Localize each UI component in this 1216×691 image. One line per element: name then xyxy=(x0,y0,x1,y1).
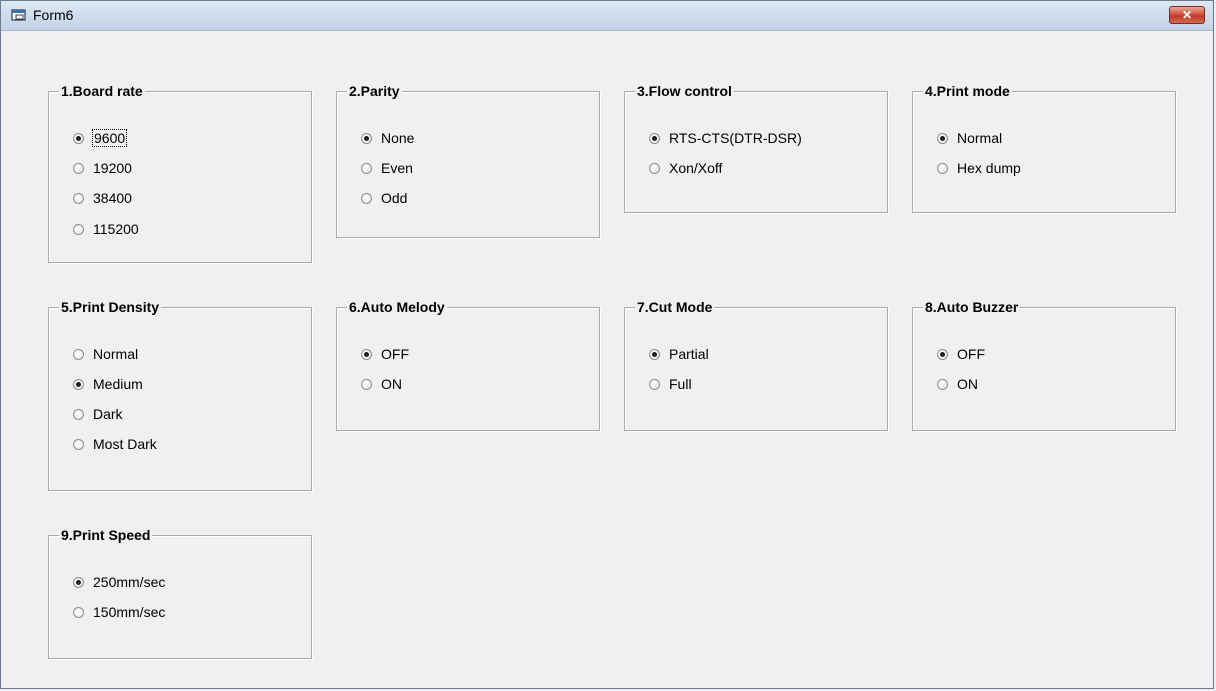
radio-unchecked-icon[interactable] xyxy=(649,162,660,174)
option-label: ON xyxy=(381,376,402,392)
radio-unchecked-icon[interactable] xyxy=(937,162,948,174)
option-label: Partial xyxy=(669,346,709,362)
option-label: OFF xyxy=(381,346,409,362)
radio-checked-icon[interactable] xyxy=(73,576,84,588)
option-label: 250mm/sec xyxy=(93,574,166,590)
radio-150mm[interactable]: 150mm/sec xyxy=(73,603,165,621)
option-label: Odd xyxy=(381,190,408,206)
radio-unchecked-icon[interactable] xyxy=(73,192,84,204)
radio-checked-icon[interactable] xyxy=(361,348,372,360)
group-title: 6.Auto Melody xyxy=(347,299,447,315)
group-title: 8.Auto Buzzer xyxy=(923,299,1021,315)
group-title: 5.Print Density xyxy=(59,299,162,315)
group-flow-control: 3.Flow control RTS-CTS(DTR-DSR) Xon/Xoff xyxy=(624,83,888,213)
title-bar[interactable]: Form6 ✕ xyxy=(1,1,1213,31)
group-print-mode: 4.Print mode Normal Hex dump xyxy=(912,83,1176,213)
radio-melody-on[interactable]: ON xyxy=(361,375,402,393)
option-label: 9600 xyxy=(91,129,128,147)
radio-melody-off[interactable]: OFF xyxy=(361,345,409,363)
radio-checked-icon[interactable] xyxy=(361,132,372,144)
radio-checked-icon[interactable] xyxy=(937,132,948,144)
radio-250mm[interactable]: 250mm/sec xyxy=(73,573,165,591)
radio-odd[interactable]: Odd xyxy=(361,189,407,207)
radio-even[interactable]: Even xyxy=(361,159,413,177)
option-label: None xyxy=(381,130,415,146)
window-title: Form6 xyxy=(33,7,74,23)
radio-hex-dump[interactable]: Hex dump xyxy=(937,159,1021,177)
radio-unchecked-icon[interactable] xyxy=(73,223,84,235)
close-button[interactable]: ✕ xyxy=(1169,6,1205,24)
radio-9600[interactable]: 9600 xyxy=(73,129,128,147)
radio-checked-icon[interactable] xyxy=(649,132,660,144)
option-label: RTS-CTS(DTR-DSR) xyxy=(669,130,802,146)
radio-buzzer-off[interactable]: OFF xyxy=(937,345,985,363)
radio-unchecked-icon[interactable] xyxy=(361,192,372,204)
radio-medium[interactable]: Medium xyxy=(73,375,143,393)
radio-unchecked-icon[interactable] xyxy=(73,438,84,450)
option-label: 115200 xyxy=(93,221,139,237)
radio-unchecked-icon[interactable] xyxy=(73,162,84,174)
option-label: Xon/Xoff xyxy=(669,160,723,176)
option-label: Full xyxy=(669,376,692,392)
radio-none[interactable]: None xyxy=(361,129,414,147)
radio-unchecked-icon[interactable] xyxy=(73,408,84,420)
close-icon: ✕ xyxy=(1181,8,1193,22)
group-parity: 2.Parity None Even Odd xyxy=(336,83,600,238)
radio-rts-cts[interactable]: RTS-CTS(DTR-DSR) xyxy=(649,129,802,147)
group-auto-buzzer: 8.Auto Buzzer OFF ON xyxy=(912,299,1176,431)
option-label: Even xyxy=(381,160,413,176)
radio-115200[interactable]: 115200 xyxy=(73,220,139,238)
radio-normal[interactable]: Normal xyxy=(937,129,1002,147)
radio-full[interactable]: Full xyxy=(649,375,692,393)
group-title: 1.Board rate xyxy=(59,83,145,99)
option-label: Medium xyxy=(93,376,143,392)
option-label: OFF xyxy=(957,346,985,362)
radio-unchecked-icon[interactable] xyxy=(73,606,84,618)
radio-partial[interactable]: Partial xyxy=(649,345,709,363)
radio-most-dark[interactable]: Most Dark xyxy=(73,435,157,453)
radio-dark[interactable]: Dark xyxy=(73,405,123,423)
option-label: Normal xyxy=(93,346,139,362)
group-title: 9.Print Speed xyxy=(59,527,153,543)
radio-19200[interactable]: 19200 xyxy=(73,159,132,177)
radio-unchecked-icon[interactable] xyxy=(361,162,372,174)
radio-unchecked-icon[interactable] xyxy=(361,378,372,390)
group-auto-melody: 6.Auto Melody OFF ON xyxy=(336,299,600,431)
form-icon xyxy=(11,9,26,21)
group-cut-mode: 7.Cut Mode Partial Full xyxy=(624,299,888,431)
option-label: Dark xyxy=(93,406,123,422)
group-title: 3.Flow control xyxy=(635,83,734,99)
radio-unchecked-icon[interactable] xyxy=(649,378,660,390)
group-print-speed: 9.Print Speed 250mm/sec 150mm/sec xyxy=(48,527,312,659)
radio-buzzer-on[interactable]: ON xyxy=(937,375,978,393)
group-title: 7.Cut Mode xyxy=(635,299,715,315)
option-label: Normal xyxy=(957,130,1003,146)
radio-checked-icon[interactable] xyxy=(649,348,660,360)
option-label: 150mm/sec xyxy=(93,604,166,620)
group-title: 2.Parity xyxy=(347,83,402,99)
option-label: ON xyxy=(957,376,978,392)
radio-unchecked-icon[interactable] xyxy=(73,348,84,360)
option-label: 19200 xyxy=(93,160,132,176)
option-label: Hex dump xyxy=(957,160,1021,176)
client-area: 1.Board rate 9600 19200 38400 115200 2.P… xyxy=(9,31,1205,680)
radio-unchecked-icon[interactable] xyxy=(937,378,948,390)
radio-checked-icon[interactable] xyxy=(937,348,948,360)
radio-xon-xoff[interactable]: Xon/Xoff xyxy=(649,159,722,177)
radio-38400[interactable]: 38400 xyxy=(73,189,132,207)
group-board-rate: 1.Board rate 9600 19200 38400 115200 xyxy=(48,83,312,263)
group-title: 4.Print mode xyxy=(923,83,1012,99)
option-label: 38400 xyxy=(93,190,132,206)
option-label: Most Dark xyxy=(93,436,157,452)
radio-density-normal[interactable]: Normal xyxy=(73,345,138,363)
group-print-density: 5.Print Density Normal Medium Dark Most … xyxy=(48,299,312,491)
form-window: Form6 ✕ 1.Board rate 9600 19200 38400 11… xyxy=(0,0,1214,689)
radio-checked-icon[interactable] xyxy=(73,132,84,144)
radio-checked-icon[interactable] xyxy=(73,378,84,390)
